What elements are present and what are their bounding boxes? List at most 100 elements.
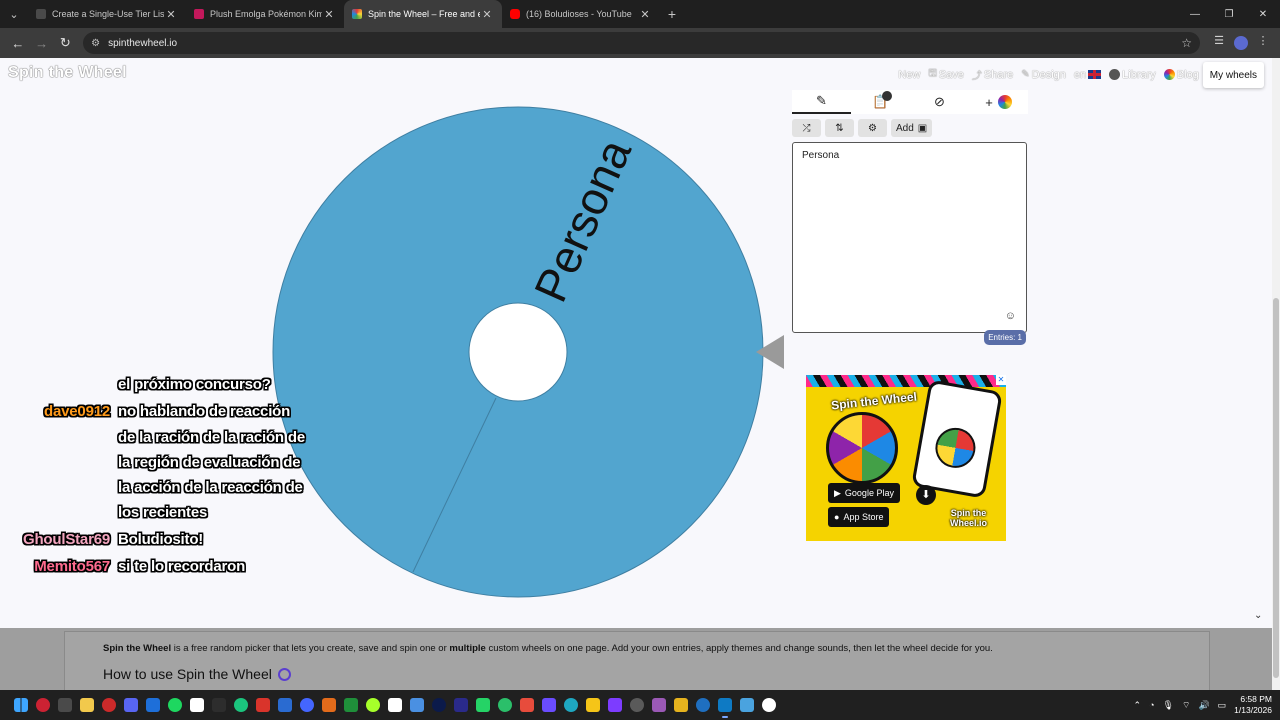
library-button[interactable]: Library <box>1109 69 1156 81</box>
pencil-icon: ✎ <box>816 93 827 108</box>
tab-hide[interactable]: ⊘ <box>910 90 969 114</box>
taskbar-app-icon[interactable] <box>604 690 626 720</box>
google-play-button[interactable]: ▶ Google Play <box>828 483 900 503</box>
taskbar-app-icon[interactable] <box>516 690 538 720</box>
spin-wheel[interactable]: Persona <box>268 102 768 602</box>
ad-logo: Spin the Wheel <box>830 389 918 413</box>
taskbar-apps <box>10 690 780 720</box>
taskbar-app-icon[interactable] <box>362 690 384 720</box>
chevron-up-icon[interactable]: ⌃ <box>1134 700 1142 711</box>
tab-customize[interactable]: + <box>969 90 1028 114</box>
taskbar-app-icon[interactable] <box>406 690 428 720</box>
tab-favicon-icon <box>36 9 46 19</box>
bookmark-star-icon[interactable]: ☆ <box>1181 36 1192 50</box>
menu-icon[interactable]: ⋮ <box>1252 34 1274 53</box>
minimize-icon[interactable]: — <box>1178 9 1212 20</box>
taskbar-app-icon[interactable] <box>538 690 560 720</box>
microphone-icon[interactable]: 🎙 <box>1163 700 1174 711</box>
blog-button[interactable]: Blog <box>1163 69 1199 81</box>
taskbar-app-icon[interactable] <box>758 690 780 720</box>
language-button[interactable]: en <box>1074 69 1102 81</box>
taskbar-app-icon[interactable] <box>472 690 494 720</box>
entries-textarea[interactable]: Persona ☺ <box>792 142 1027 333</box>
taskbar-app-icon[interactable] <box>186 690 208 720</box>
taskbar-app-icon[interactable] <box>692 690 714 720</box>
taskbar-app-icon[interactable] <box>648 690 670 720</box>
design-label: Design <box>1031 68 1066 81</box>
taskbar-app-icon[interactable] <box>670 690 692 720</box>
site-info-icon[interactable]: ⚙ <box>91 38 100 49</box>
tab-search-icon[interactable]: ⌄ <box>0 0 28 28</box>
taskbar-app-icon[interactable] <box>296 690 318 720</box>
shuffle-button[interactable]: ⤮ <box>792 119 821 137</box>
wifi-icon[interactable]: ⌔ <box>1182 700 1190 711</box>
new-tab-button[interactable]: + <box>660 6 684 22</box>
taskbar-app-icon[interactable] <box>142 690 164 720</box>
browser-tab[interactable]: Plush Emolga Pokémon Kimi ni ✕ <box>186 0 344 28</box>
add-image-button[interactable]: Add ▣ <box>891 119 933 137</box>
my-wheels-button[interactable]: My wheels <box>1202 62 1264 88</box>
taskbar-app-icon[interactable] <box>32 690 54 720</box>
app-advertisement[interactable]: ✕ Spin the Wheel ▶ Google Play ● App Store… <box>806 375 1006 541</box>
taskbar-app-icon[interactable] <box>340 690 362 720</box>
tab-edit[interactable]: ✎ <box>792 90 851 114</box>
taskbar-app-icon[interactable] <box>230 690 252 720</box>
app-store-label: App Store <box>843 512 884 522</box>
taskbar-app-icon[interactable] <box>54 690 76 720</box>
chevron-down-icon[interactable]: ⌄ <box>1254 610 1262 621</box>
taskbar-app-icon[interactable] <box>318 690 340 720</box>
emoji-icon[interactable]: ☺ <box>1005 310 1016 322</box>
battery-icon[interactable]: ▭ <box>1218 700 1227 711</box>
browser-tab[interactable]: Create a Single-Use Tier List (Pa ✕ <box>28 0 186 28</box>
sort-button[interactable]: ⇅ <box>825 119 854 137</box>
taskbar-app-icon[interactable] <box>252 690 274 720</box>
reload-icon[interactable]: ↻ <box>53 35 77 51</box>
tab-close-icon[interactable]: ✕ <box>480 8 494 21</box>
taskbar-app-icon[interactable] <box>560 690 582 720</box>
taskbar-app-icon[interactable] <box>274 690 296 720</box>
tab-close-icon[interactable]: ✕ <box>322 8 336 21</box>
profile-avatar[interactable] <box>1230 34 1252 53</box>
site-logo[interactable]: Spin the Wheel <box>8 64 127 82</box>
taskbar-app-icon[interactable] <box>98 690 120 720</box>
design-button[interactable]: ✎ Design <box>1021 69 1066 81</box>
taskbar-app-icon[interactable] <box>450 690 472 720</box>
browser-tab[interactable]: (16) Boludioses - YouTube ✕ <box>502 0 660 28</box>
taskbar-app-icon[interactable] <box>76 690 98 720</box>
taskbar-app-icon[interactable] <box>582 690 604 720</box>
info-text-b: custom wheels on one page. Add your own … <box>485 643 993 654</box>
taskbar-app-icon[interactable] <box>120 690 142 720</box>
tab-close-icon[interactable]: ✕ <box>164 8 178 21</box>
tab-results[interactable]: 📋 <box>851 90 910 114</box>
ad-close-icon[interactable]: ✕ <box>996 375 1006 385</box>
page-scrollbar[interactable] <box>1272 58 1280 690</box>
taskbar-app-icon[interactable] <box>384 690 406 720</box>
taskbar-app-icon[interactable] <box>736 690 758 720</box>
new-button[interactable]: New <box>898 69 920 81</box>
taskbar-app-icon[interactable] <box>208 690 230 720</box>
address-bar[interactable]: ⚙ spinthewheel.io ☆ <box>83 32 1200 54</box>
wheel-center-hub[interactable] <box>468 302 568 402</box>
start-icon[interactable] <box>10 690 32 720</box>
taskbar-app-icon[interactable] <box>494 690 516 720</box>
network-icon[interactable]: ◔ <box>1149 700 1154 710</box>
taskbar-app-icon[interactable] <box>714 690 736 720</box>
restore-icon[interactable]: ❐ <box>1212 9 1246 20</box>
app-store-button[interactable]: ● App Store <box>828 507 890 527</box>
close-window-icon[interactable]: ✕ <box>1246 9 1280 20</box>
volume-icon[interactable]: 🔊 <box>1198 700 1209 711</box>
browser-tab-active[interactable]: Spin the Wheel – Free and easy ✕ <box>344 0 502 28</box>
scrollbar-thumb[interactable] <box>1273 298 1279 678</box>
taskbar-app-icon[interactable] <box>428 690 450 720</box>
taskbar-app-icon[interactable] <box>164 690 186 720</box>
back-icon[interactable]: ← <box>6 36 30 51</box>
tab-close-icon[interactable]: ✕ <box>638 8 652 21</box>
share-button[interactable]: ⤴ Share <box>972 67 1013 83</box>
info-paragraph: Spin the Wheel is a free random picker t… <box>103 643 1171 654</box>
reading-list-icon[interactable]: ☰ <box>1208 34 1230 53</box>
settings-button[interactable]: ⚙ <box>858 119 887 137</box>
forward-icon[interactable]: → <box>30 36 54 51</box>
save-button[interactable]: 🖫 Save <box>928 66 964 83</box>
taskbar-app-icon[interactable] <box>626 690 648 720</box>
taskbar-clock[interactable]: 6:58 PM 1/13/2026 <box>1234 694 1272 716</box>
